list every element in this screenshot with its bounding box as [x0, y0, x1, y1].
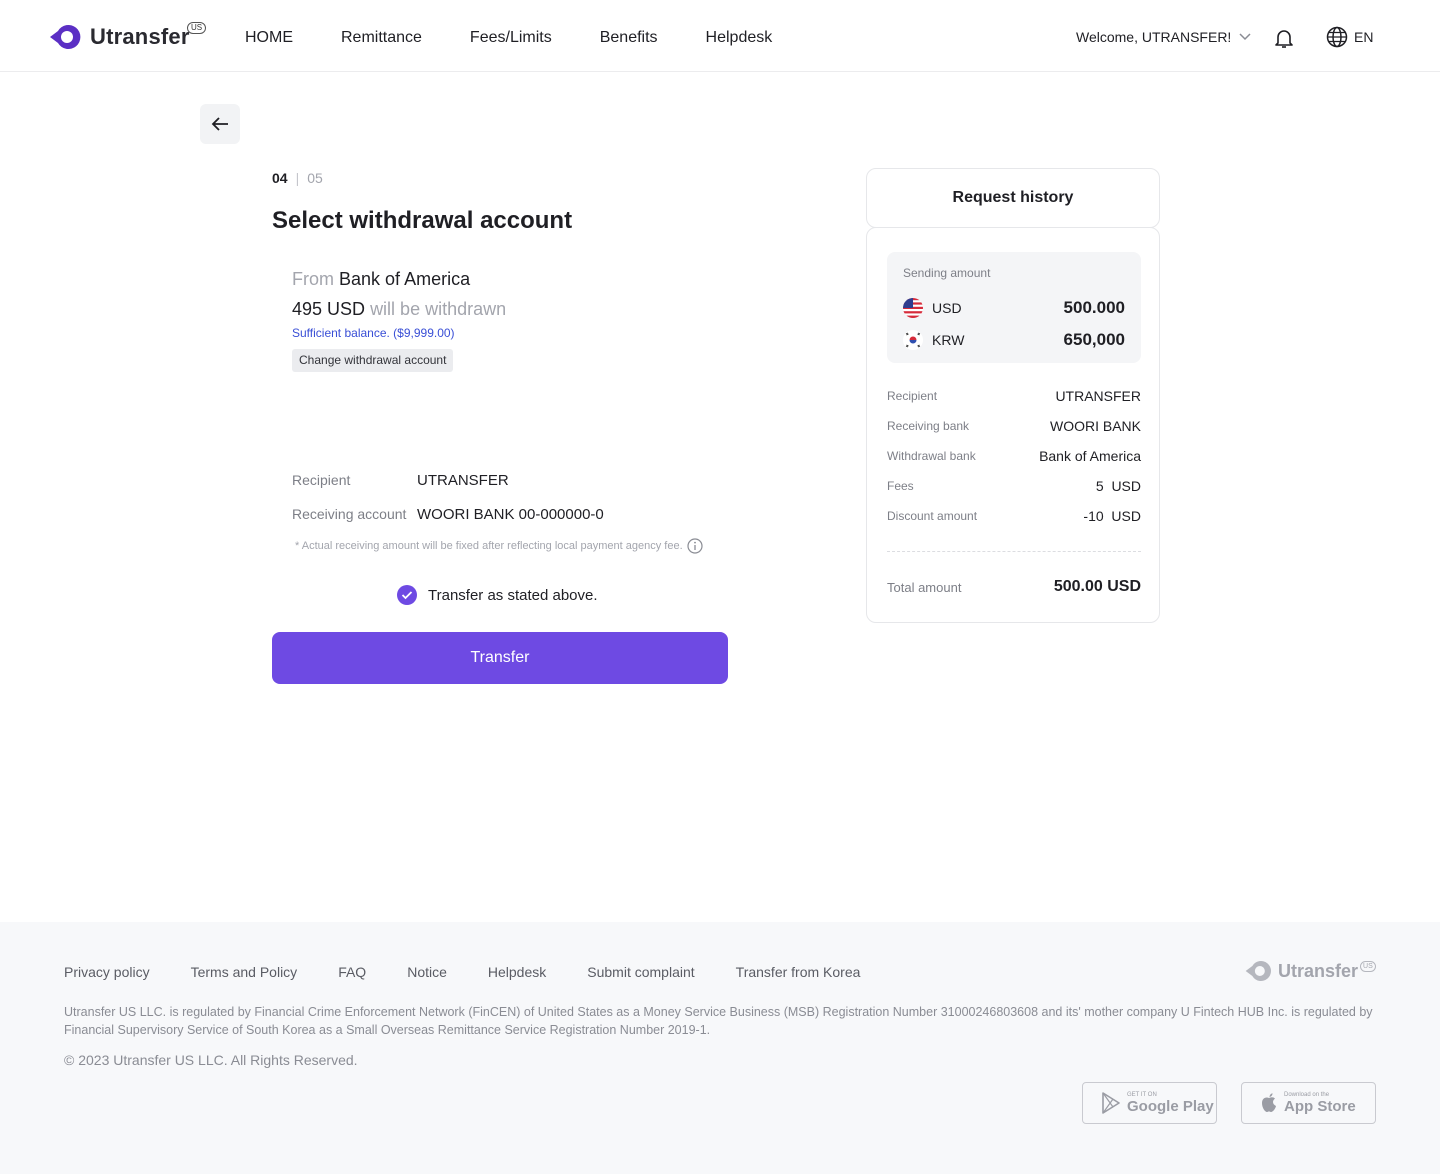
currency-amount-krw: 650,000	[1063, 330, 1125, 349]
transfer-button[interactable]: Transfer	[272, 632, 728, 684]
history-row: Fees 5 USD	[887, 478, 1141, 494]
main-nav: HOME Remittance Fees/Limits Benefits Hel…	[245, 28, 772, 48]
step-indicator: 04 | 05	[272, 170, 323, 186]
info-icon[interactable]	[687, 538, 703, 554]
footer: Privacy policy Terms and Policy FAQ Noti…	[0, 922, 1440, 1174]
footer-link-terms[interactable]: Terms and Policy	[191, 964, 298, 980]
divider	[887, 551, 1141, 552]
logo[interactable]: Utransfer US	[48, 22, 207, 50]
recipient-row: Recipient UTRANSFER	[292, 472, 509, 489]
language-selector[interactable]: EN	[1326, 26, 1373, 48]
change-account-button[interactable]: Change withdrawal account	[292, 349, 454, 372]
logo-text: Utransfer	[90, 24, 190, 49]
amount-value: 495 USD	[292, 299, 366, 319]
footer-logo-text: Utransfer	[1278, 960, 1359, 981]
welcome-text: Welcome, UTRANSFER!	[1076, 29, 1232, 45]
receiving-account-row: Receiving account WOORI BANK 00-000000-0	[292, 506, 604, 523]
from-prefix: From	[292, 269, 334, 289]
copyright: © 2023 Utransfer US LLC. All Rights Rese…	[64, 1052, 358, 1068]
fee-note-text: * Actual receiving amount will be fixed …	[295, 540, 683, 552]
logo-mark-icon	[50, 25, 81, 49]
history-row-value: 5 USD	[1095, 478, 1141, 494]
receiving-account-label: Receiving account	[292, 506, 407, 522]
history-row-label: Receiving bank	[887, 419, 970, 433]
recipient-label: Recipient	[292, 472, 351, 488]
history-row: Receiving bank WOORI BANK	[887, 418, 1141, 434]
total-value: 500.00 USD	[1053, 578, 1141, 595]
history-row-label: Recipient	[887, 389, 938, 403]
chevron-down-icon	[1239, 33, 1251, 41]
apple-icon	[1262, 1093, 1276, 1112]
total-label: Total amount	[887, 579, 962, 595]
amount-suffix: will be withdrawn	[370, 299, 507, 319]
sending-amount-box: Sending amount USD 500.000 KRW 650,000	[887, 252, 1141, 363]
arrow-left-icon	[211, 117, 228, 131]
google-big-text: Google Play	[1127, 1098, 1214, 1115]
google-play-icon	[1102, 1092, 1120, 1114]
sending-amount-label: Sending amount	[903, 266, 991, 280]
back-button[interactable]	[200, 104, 240, 144]
history-row: Discount amount -10 USD	[887, 508, 1141, 524]
nav-fees-limits[interactable]: Fees/Limits	[470, 28, 552, 48]
withdrawal-from: From Bank of America	[292, 269, 470, 290]
currency-code-usd: USD	[932, 300, 962, 316]
currency-row-usd: USD 500.000	[903, 298, 1125, 318]
notification-bell-icon[interactable]	[1272, 26, 1296, 55]
checkmark-icon	[397, 585, 417, 605]
app-store-button[interactable]: Download on the App Store	[1241, 1082, 1376, 1124]
logo-badge: US	[187, 22, 207, 34]
agree-checkbox[interactable]: Transfer as stated above.	[397, 585, 598, 605]
user-menu[interactable]: Welcome, UTRANSFER!	[1076, 29, 1251, 45]
page-title: Select withdrawal account	[272, 207, 573, 234]
balance-note: Sufficient balance. ($9,999.00)	[292, 326, 455, 340]
logo-mark-icon	[1245, 961, 1271, 981]
nav-helpdesk[interactable]: Helpdesk	[706, 28, 773, 48]
withdrawal-amount: 495 USD will be withdrawn	[292, 299, 506, 320]
top-header: Utransfer US HOME Remittance Fees/Limits…	[0, 0, 1440, 72]
request-history-title: Request history	[866, 168, 1160, 228]
nav-home[interactable]: HOME	[245, 28, 293, 48]
language-label: EN	[1354, 29, 1374, 45]
footer-link-faq[interactable]: FAQ	[338, 964, 366, 980]
currency-code-krw: KRW	[932, 332, 965, 348]
regulation-text: Utransfer US LLC. is regulated by Financ…	[64, 1005, 1373, 1037]
request-history-card: Sending amount USD 500.000 KRW 650,000 R…	[866, 227, 1160, 623]
history-row-label: Fees	[887, 479, 914, 493]
total-row: Total amount 500.00 USD	[887, 578, 1141, 596]
history-row-value: WOORI BANK	[1049, 418, 1141, 434]
step-current: 04	[272, 170, 288, 186]
history-row-label: Discount amount	[887, 509, 978, 523]
currency-amount-usd: 500.000	[1063, 298, 1125, 317]
step-separator: |	[295, 170, 300, 186]
step-total: 05	[307, 170, 323, 186]
history-row: Withdrawal bank Bank of America	[887, 448, 1141, 464]
footer-link-helpdesk[interactable]: Helpdesk	[488, 964, 546, 980]
footer-link-complaint[interactable]: Submit complaint	[587, 964, 694, 980]
nav-remittance[interactable]: Remittance	[341, 28, 422, 48]
footer-logo: Utransfer US	[1244, 960, 1376, 982]
footer-link-notice[interactable]: Notice	[407, 964, 447, 980]
footer-link-privacy[interactable]: Privacy policy	[64, 964, 150, 980]
from-bank: Bank of America	[339, 269, 471, 289]
footer-links: Privacy policy Terms and Policy FAQ Noti…	[64, 964, 901, 980]
nav-benefits[interactable]: Benefits	[600, 28, 658, 48]
footer-link-korea[interactable]: Transfer from Korea	[736, 964, 861, 980]
history-row-value: Bank of America	[1039, 448, 1141, 464]
receiving-account-value: WOORI BANK 00-000000-0	[417, 506, 604, 523]
history-row: Recipient UTRANSFER	[887, 388, 1141, 404]
history-row-value: -10 USD	[1083, 508, 1141, 524]
history-row-value: UTRANSFER	[1055, 388, 1141, 404]
google-play-button[interactable]: GET IT ON Google Play	[1082, 1082, 1217, 1124]
us-flag-icon	[903, 298, 923, 318]
recipient-value: UTRANSFER	[417, 472, 509, 489]
kr-flag-icon	[903, 330, 923, 350]
agree-label: Transfer as stated above.	[428, 586, 598, 604]
fee-note: * Actual receiving amount will be fixed …	[295, 538, 703, 554]
history-row-label: Withdrawal bank	[887, 449, 976, 463]
currency-row-krw: KRW 650,000	[903, 330, 1125, 350]
footer-logo-badge: US	[1360, 960, 1376, 972]
apple-big-text: App Store	[1284, 1098, 1356, 1115]
globe-icon	[1326, 26, 1348, 48]
